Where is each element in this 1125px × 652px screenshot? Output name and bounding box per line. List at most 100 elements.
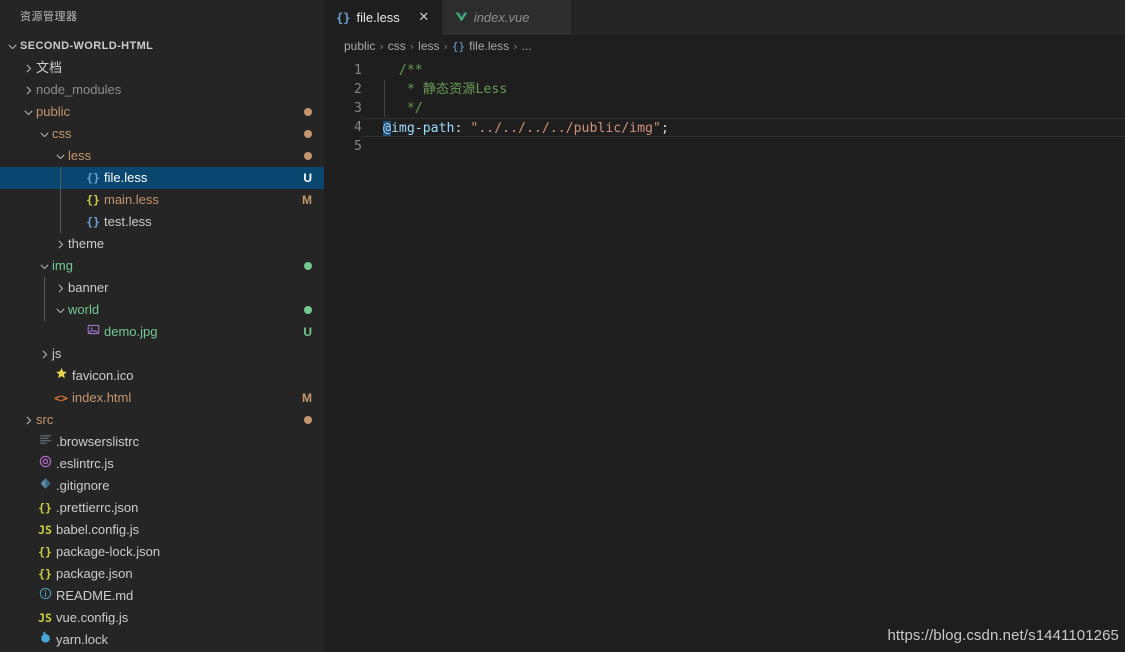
git-status-badge: M (302, 193, 312, 207)
editor-tab-bar[interactable]: {} file.less ✕ index.vue (324, 0, 1125, 35)
file-type-icon: {} (38, 545, 52, 559)
tree-file-label: vue.config.js (56, 610, 129, 625)
tree-folder-row[interactable]: world (0, 299, 324, 321)
breadcrumb-item[interactable]: css (388, 39, 406, 53)
tree-file-row[interactable]: {} package-lock.json (0, 541, 324, 563)
editor-tab[interactable]: index.vue (442, 0, 573, 35)
git-icon (36, 475, 54, 497)
code-editor[interactable]: 1 /** 2 * 静态资源Less 3 */4 @img-path: "../../… (324, 57, 1125, 652)
code-line[interactable]: 5 (324, 137, 1125, 156)
tree-folder-label: src (36, 412, 54, 427)
chevron-down-icon[interactable] (20, 101, 36, 123)
chevron-right-icon[interactable] (36, 343, 52, 365)
code-line-content (362, 137, 1125, 156)
chevron-down-icon[interactable] (52, 299, 68, 321)
git-status-dot (304, 108, 312, 116)
breadcrumb-item[interactable]: public (344, 39, 375, 53)
tree-folder-label: world (68, 302, 100, 317)
tree-file-row[interactable]: {} file.less U (0, 167, 324, 189)
breadcrumb-ellipsis[interactable]: ... (522, 39, 532, 53)
git-status-badge: U (303, 325, 312, 339)
code-line-content: * 静态资源Less (362, 80, 1125, 99)
editor-tab[interactable]: {} file.less ✕ (324, 0, 443, 35)
tree-file-label: yarn.lock (56, 632, 109, 647)
tree-file-label: babel.config.js (56, 522, 140, 537)
tree-folder-row[interactable]: banner (0, 277, 324, 299)
tree-file-row[interactable]: JS babel.config.js (0, 519, 324, 541)
tree-file-label: README.md (56, 588, 134, 603)
tree-file-label: index.html (72, 390, 132, 405)
chevron-down-icon[interactable] (4, 35, 20, 57)
tree-file-row[interactable]: README.md (0, 585, 324, 607)
tree-folder-row[interactable]: js (0, 343, 324, 365)
git-status-badge: M (302, 391, 312, 405)
code-line[interactable]: 2 * 静态资源Less (324, 80, 1125, 99)
close-icon[interactable]: ✕ (416, 10, 432, 26)
tree-file-row[interactable]: .eslintrc.js (0, 453, 324, 475)
code-token: @ (383, 121, 391, 136)
file-tree[interactable]: SECOND-WORLD-HTML 文档 node_modules public css… (0, 35, 324, 651)
chevron-right-icon[interactable] (20, 79, 36, 101)
code-token: */ (383, 101, 423, 116)
line-number: 5 (354, 139, 362, 154)
tree-folder-row[interactable]: node_modules (0, 79, 324, 101)
tree-file-row[interactable]: {} test.less (0, 211, 324, 233)
tree-folder-label: js (52, 346, 62, 361)
code-token: /** (383, 63, 423, 78)
git-status-badge: U (303, 171, 312, 185)
close-icon[interactable] (545, 10, 561, 26)
tree-folder-row[interactable]: less (0, 145, 324, 167)
line-number: 1 (354, 63, 362, 78)
tree-file-label: .browserslistrc (56, 434, 140, 449)
breadcrumb-item[interactable]: less (418, 39, 439, 53)
tree-file-row[interactable]: {} main.less M (0, 189, 324, 211)
chevron-down-icon[interactable] (36, 255, 52, 277)
code-line[interactable]: 1 /** (324, 61, 1125, 80)
tree-root-row[interactable]: SECOND-WORLD-HTML (0, 35, 324, 57)
breadcrumb[interactable]: public › css › less ›{} file.less ›... (324, 35, 1125, 57)
code-line[interactable]: 4 @img-path: "../../../../public/img"; (324, 118, 1125, 137)
file-type-icon: {} (86, 171, 100, 185)
file-type-icon: {} (451, 39, 466, 53)
tree-indent-guide (44, 277, 45, 321)
chevron-right-icon[interactable] (52, 233, 68, 255)
tree-folder-row[interactable]: theme (0, 233, 324, 255)
tree-folder-row[interactable]: src (0, 409, 324, 431)
git-status-dot (304, 306, 312, 314)
tree-folder-row[interactable]: css (0, 123, 324, 145)
chevron-down-icon[interactable] (36, 123, 52, 145)
chevron-right-icon: › (379, 39, 384, 53)
code-indent-guide (384, 80, 385, 117)
tree-folder-row[interactable]: 文档 (0, 57, 324, 79)
file-type-icon: JS (38, 611, 52, 625)
editor-tab-label: index.vue (473, 10, 530, 25)
tree-file-row[interactable]: yarn.lock (0, 629, 324, 651)
explorer-title: 资源管理器 (0, 0, 324, 35)
chevron-right-icon[interactable] (52, 277, 68, 299)
code-line-content: /** (362, 61, 1125, 80)
tree-folder-label: banner (68, 280, 109, 295)
tree-file-label: favicon.ico (72, 368, 134, 383)
tree-file-row[interactable]: favicon.ico (0, 365, 324, 387)
tree-folder-row[interactable]: img (0, 255, 324, 277)
tree-file-row[interactable]: {} package.json (0, 563, 324, 585)
tree-file-row[interactable]: JS vue.config.js (0, 607, 324, 629)
git-status-dot (304, 416, 312, 424)
line-number: 2 (354, 82, 362, 97)
tree-file-row[interactable]: {} .prettierrc.json (0, 497, 324, 519)
tree-file-label: .gitignore (56, 478, 110, 493)
tree-file-row[interactable]: .gitignore (0, 475, 324, 497)
chevron-down-icon[interactable] (52, 145, 68, 167)
tree-file-row[interactable]: demo.jpg U (0, 321, 324, 343)
tree-folder-label: less (68, 148, 92, 163)
chevron-right-icon[interactable] (20, 409, 36, 431)
git-status-dot (304, 130, 312, 138)
code-line[interactable]: 3 */ (324, 99, 1125, 118)
chevron-right-icon[interactable] (20, 57, 36, 79)
git-status-dot (304, 152, 312, 160)
tree-file-row[interactable]: <> index.html M (0, 387, 324, 409)
line-number: 4 (354, 120, 362, 135)
breadcrumb-file[interactable]: file.less (469, 39, 509, 53)
tree-file-row[interactable]: .browserslistrc (0, 431, 324, 453)
tree-folder-row[interactable]: public (0, 101, 324, 123)
